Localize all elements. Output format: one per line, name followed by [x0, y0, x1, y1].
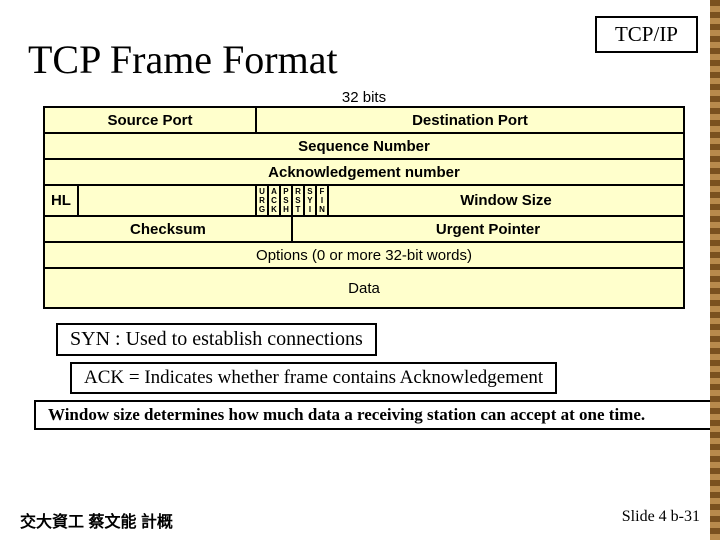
cell-data: Data — [44, 268, 684, 308]
note-ack: ACK = Indicates whether frame contains A… — [70, 362, 557, 394]
cell-flag-ack: A C K — [268, 185, 280, 216]
cell-flag-syn: S Y I — [304, 185, 316, 216]
decorative-stripe — [710, 0, 720, 540]
cell-dest-port: Destination Port — [256, 107, 684, 133]
cell-seq: Sequence Number — [44, 133, 684, 159]
cell-reserved — [78, 185, 256, 216]
note-window: Window size determines how much data a r… — [34, 400, 720, 430]
cell-flag-psh: P S H — [280, 185, 292, 216]
cell-hl: HL — [44, 185, 78, 216]
header-box: TCP/IP — [595, 16, 698, 53]
tcp-frame-table: Source Port Destination Port Sequence Nu… — [43, 106, 685, 309]
cell-urgent-ptr: Urgent Pointer — [292, 216, 684, 242]
footer-left: 交大資工 蔡文能 計概 — [20, 508, 173, 532]
cell-source-port: Source Port — [44, 107, 256, 133]
cell-ack-num: Acknowledgement number — [44, 159, 684, 185]
cell-window-size: Window Size — [328, 185, 684, 216]
note-syn: SYN : Used to establish connections — [56, 323, 377, 356]
slide: TCP/IP TCP Frame Format 32 bits Source P… — [0, 0, 720, 540]
cell-flag-urg: U R G — [256, 185, 268, 216]
bits-label: 32 bits — [28, 89, 700, 106]
cell-options: Options (0 or more 32-bit words) — [44, 242, 684, 268]
cell-checksum: Checksum — [44, 216, 292, 242]
cell-flag-rst: R S T — [292, 185, 304, 216]
footer-right: Slide 4 b-31 — [622, 508, 700, 532]
cell-flag-fin: F I N — [316, 185, 328, 216]
